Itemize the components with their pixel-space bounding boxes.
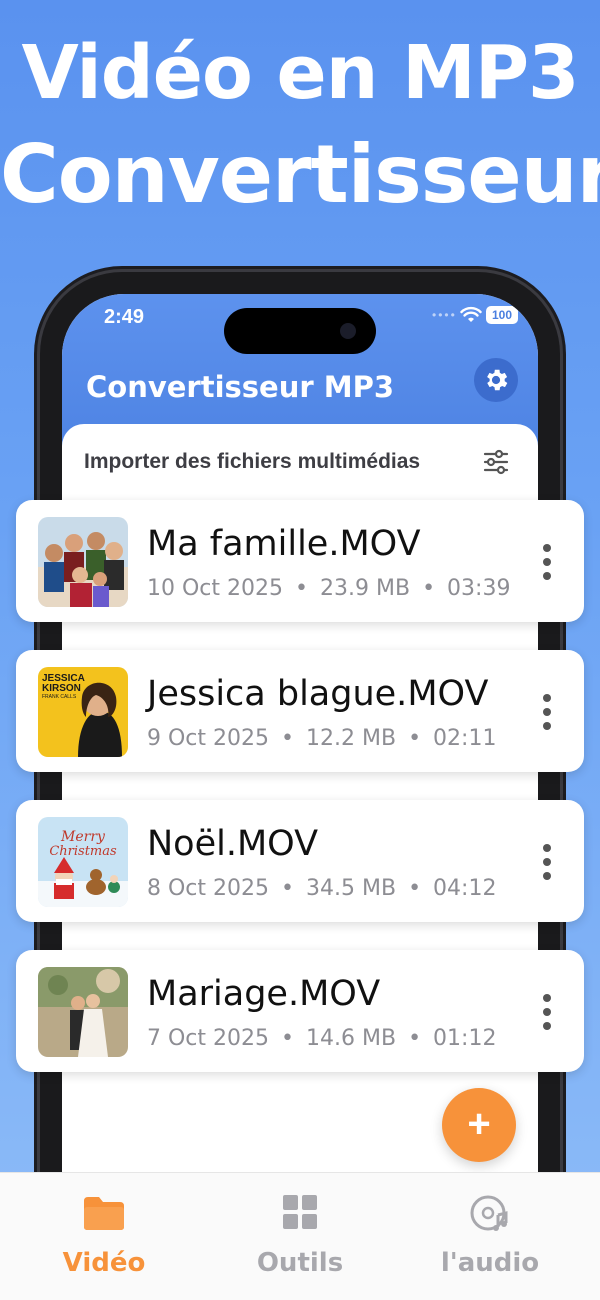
- meta-separator: •: [422, 576, 436, 601]
- file-date: 9 Oct 2025: [147, 726, 270, 751]
- more-options-button[interactable]: [540, 694, 554, 730]
- meta-separator: •: [408, 876, 422, 901]
- add-file-button[interactable]: +: [442, 1088, 516, 1162]
- app-title: Convertisseur MP3: [86, 370, 395, 404]
- file-card-mariage[interactable]: Mariage.MOV 7 Oct 2025 • 14.6 MB • 01:12: [16, 950, 584, 1072]
- thumb-text-line3: FRANK CALLS: [42, 694, 77, 700]
- file-card-noel[interactable]: Merry Christmas Noël.MOV 8 Oct 2025 • 34.5…: [16, 800, 584, 922]
- file-date: 8 Oct 2025: [147, 876, 270, 901]
- file-meta: 7 Oct 2025 • 14.6 MB • 01:12: [147, 1026, 496, 1051]
- file-card-jessica-blague[interactable]: JESSICA KIRSON FRANK CALLS Jessica blagu…: [16, 650, 584, 772]
- file-date: 7 Oct 2025: [147, 1026, 270, 1051]
- battery-icon: 100: [486, 306, 518, 324]
- promo-headline-line2: Convertisseur: [0, 128, 600, 221]
- promo-headline-line1: Vidéo en MP3: [21, 30, 579, 116]
- meta-separator: •: [281, 726, 294, 751]
- file-duration: 03:39: [447, 576, 511, 601]
- meta-separator: •: [281, 1026, 294, 1051]
- file-date: 10 Oct 2025: [147, 576, 284, 601]
- folder-icon: [84, 1197, 124, 1230]
- tab-label-video: Vidéo: [62, 1248, 146, 1278]
- settings-button[interactable]: [474, 358, 518, 402]
- tab-label-audio: l'audio: [440, 1248, 540, 1278]
- wifi-icon: [460, 306, 482, 322]
- tab-outils[interactable]: Outils: [200, 1193, 400, 1278]
- gear-icon: [487, 369, 508, 391]
- thumbnail-christmas-card: Merry Christmas: [38, 817, 128, 907]
- thumbnail-family-photo: [38, 517, 128, 607]
- file-meta: 10 Oct 2025 • 23.9 MB • 03:39: [147, 576, 510, 601]
- dynamic-island: [224, 308, 376, 354]
- camera-icon: [340, 323, 356, 339]
- file-name: Noël.MOV: [147, 824, 319, 864]
- thumbnail-jessica-kirson-cover: JESSICA KIRSON FRANK CALLS: [38, 667, 128, 757]
- meta-separator: •: [408, 1026, 422, 1051]
- file-name: Mariage.MOV: [147, 974, 381, 1014]
- file-card-ma-famille[interactable]: Ma famille.MOV 10 Oct 2025 • 23.9 MB • 03:39: [16, 500, 584, 622]
- file-name: Ma famille.MOV: [147, 524, 421, 564]
- more-options-button[interactable]: [540, 844, 554, 880]
- meta-separator: •: [408, 726, 422, 751]
- status-time: 2:49: [104, 306, 145, 328]
- tab-video[interactable]: Vidéo: [4, 1193, 204, 1278]
- more-options-button[interactable]: [540, 994, 554, 1030]
- import-media-label: Importer des fichiers multimédias: [84, 450, 421, 473]
- thumbnail-wedding-photo: [38, 967, 128, 1057]
- file-duration: 02:11: [433, 726, 497, 751]
- file-size: 34.5 MB: [306, 876, 397, 901]
- thumb-text-line1: Merry: [60, 829, 106, 845]
- file-duration: 01:12: [433, 1026, 497, 1051]
- signal-icon: ••••: [432, 308, 457, 322]
- bottom-tab-bar: Vidéo Outils l'audio: [0, 1172, 600, 1300]
- meta-separator: •: [295, 576, 308, 601]
- file-meta: 9 Oct 2025 • 12.2 MB • 02:11: [147, 726, 496, 751]
- tab-label-outils: Outils: [256, 1248, 344, 1278]
- thumb-text-line2: KIRSON: [42, 683, 81, 694]
- file-size: 23.9 MB: [320, 576, 411, 601]
- more-options-button[interactable]: [540, 544, 554, 580]
- filter-sliders-icon[interactable]: [482, 448, 510, 476]
- tab-audio[interactable]: l'audio: [390, 1193, 590, 1278]
- file-size: 12.2 MB: [306, 726, 397, 751]
- file-size: 14.6 MB: [306, 1026, 397, 1051]
- grid-icon: [283, 1195, 317, 1229]
- meta-separator: •: [281, 876, 294, 901]
- file-duration: 04:12: [433, 876, 497, 901]
- file-meta: 8 Oct 2025 • 34.5 MB • 04:12: [147, 876, 496, 901]
- thumb-text-line2: Christmas: [49, 844, 117, 859]
- file-name: Jessica blague.MOV: [147, 674, 489, 714]
- music-disc-icon: [470, 1195, 508, 1231]
